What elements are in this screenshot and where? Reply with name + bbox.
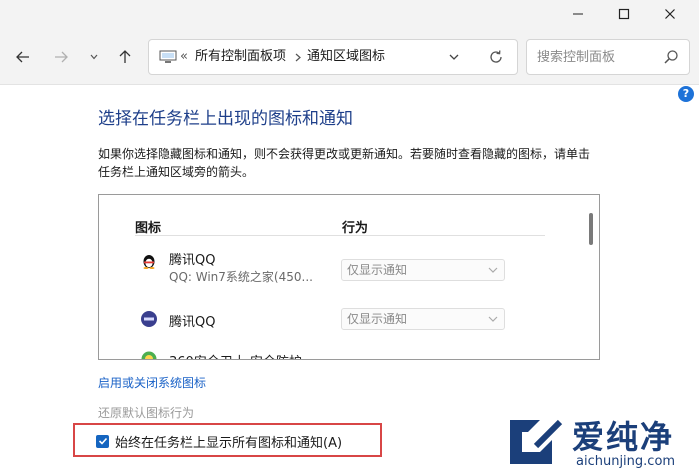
search-input[interactable]: [537, 46, 655, 68]
qq-penguin-icon: [143, 255, 155, 269]
maximize-icon: [618, 8, 630, 20]
column-header-icon: 图标: [135, 221, 162, 236]
address-bar[interactable]: « 所有控制面板项 通知区域图标: [148, 39, 518, 75]
breadcrumb-overflow[interactable]: «: [180, 40, 188, 74]
breadcrumb-parent[interactable]: 所有控制面板项: [195, 40, 286, 74]
row-1-behavior-value: 仅显示通知: [347, 263, 408, 277]
page-title: 选择在任务栏上出现的图标和通知: [98, 109, 353, 129]
close-button[interactable]: [647, 0, 693, 28]
breadcrumb-current[interactable]: 通知区域图标: [307, 40, 385, 74]
page-description: 如果你选择隐藏图标和通知，则不会获得更改或更新通知。若要随时查看隐藏的图标，请单…: [98, 147, 591, 179]
up-button[interactable]: [112, 44, 138, 70]
help-icon[interactable]: ?: [678, 86, 694, 102]
system-icons-link[interactable]: 启用或关闭系统图标: [98, 374, 206, 391]
window-titlebar: [0, 0, 699, 30]
row-2-behavior-value: 仅显示通知: [347, 312, 408, 326]
360-security-icon: [141, 351, 157, 359]
chevron-down-icon: [488, 267, 498, 273]
control-panel-icon: [159, 50, 177, 63]
arrow-up-icon: [119, 50, 131, 63]
logo-mark-icon: [510, 419, 563, 464]
search-icon: [664, 50, 678, 64]
row-3-app-name: 360安全卫士 安全防护: [169, 351, 302, 359]
row-2-app-name: 腾讯QQ: [169, 315, 216, 330]
maximize-button[interactable]: [601, 0, 647, 28]
chevron-down-icon: [488, 316, 498, 322]
arrow-right-icon: [55, 51, 68, 63]
restore-default-button[interactable]: 还原默认图标行为: [98, 404, 194, 421]
forward-button[interactable]: [48, 44, 74, 70]
row-1-behavior-select[interactable]: 仅显示通知: [341, 259, 505, 281]
minimize-button[interactable]: [555, 0, 601, 28]
chevron-right-icon: [295, 53, 301, 62]
list-scrollbar[interactable]: [589, 213, 593, 245]
chevron-down-icon: [449, 54, 459, 60]
watermark-logo: 爱纯净 aichunjing.com: [506, 412, 696, 470]
refresh-button[interactable]: [487, 48, 505, 66]
header-divider: [135, 235, 545, 236]
search-box[interactable]: [526, 39, 690, 75]
row-1-app-name: 腾讯QQ: [169, 253, 216, 268]
highlight-box: [73, 423, 382, 457]
back-button[interactable]: [10, 44, 36, 70]
recent-locations-button[interactable]: [86, 44, 102, 70]
php-icon: [141, 311, 157, 327]
logo-text: 爱纯净: [572, 418, 675, 456]
address-dropdown-button[interactable]: [445, 48, 463, 66]
arrow-left-icon: [16, 51, 29, 63]
notification-icons-list[interactable]: 图标 行为 腾讯QQ QQ: Win7系统之家(450... 仅显示通知 腾讯Q…: [98, 194, 600, 360]
refresh-icon: [490, 50, 502, 63]
minimize-icon: [573, 13, 583, 15]
logo-url: aichunjing.com: [576, 454, 676, 469]
close-icon: [665, 9, 675, 19]
row-1-app-detail: QQ: Win7系统之家(450...: [169, 270, 313, 284]
column-header-behavior: 行为: [342, 221, 369, 236]
chevron-down-icon: [90, 54, 98, 60]
navigation-bar: « 所有控制面板项 通知区域图标: [0, 30, 699, 85]
row-2-behavior-select[interactable]: 仅显示通知: [341, 308, 505, 330]
